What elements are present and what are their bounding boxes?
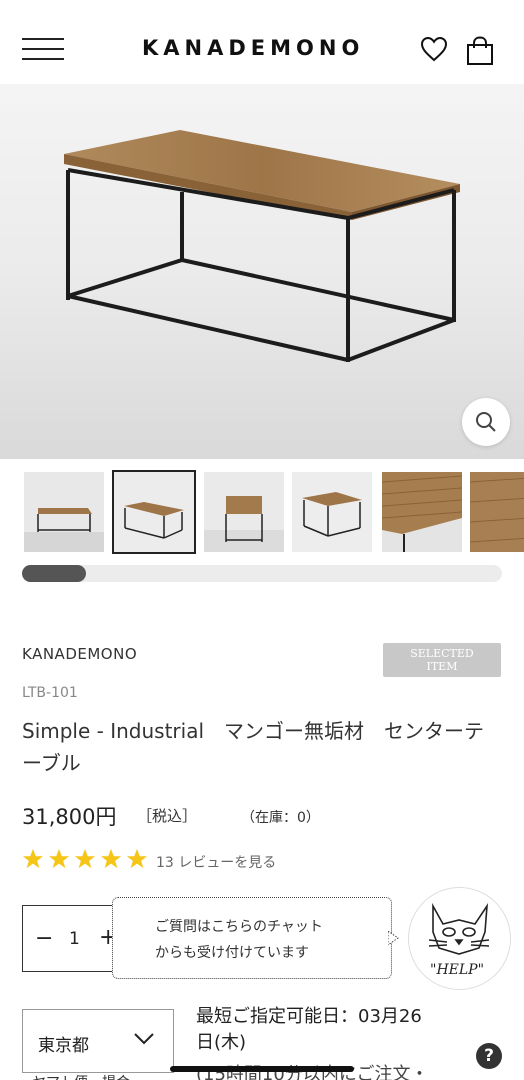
thumbnail-4[interactable] bbox=[292, 472, 372, 552]
thumbnail-3[interactable] bbox=[204, 472, 284, 552]
help-label: "HELP" bbox=[430, 962, 485, 978]
delivery-date-line-2: 日(木) bbox=[196, 1032, 247, 1053]
product-title: Simple - Industrial マンゴー無垢材 センターテーブル bbox=[22, 719, 485, 775]
stock-status: （在庫：0） bbox=[241, 810, 320, 826]
star-icon bbox=[100, 848, 122, 869]
chevron-down-icon bbox=[134, 1033, 154, 1045]
selected-item-badge: SELECTED ITEM bbox=[383, 643, 501, 677]
product-brand: KANADEMONO bbox=[22, 645, 138, 663]
product-main-image[interactable] bbox=[0, 84, 524, 459]
thumbnail-5[interactable] bbox=[382, 472, 462, 552]
star-icon bbox=[48, 848, 70, 869]
magnifier-icon[interactable] bbox=[462, 398, 510, 446]
heart-icon[interactable] bbox=[420, 36, 448, 62]
quantity-value[interactable]: 1 bbox=[69, 929, 80, 949]
site-logo[interactable]: KANADEMONO bbox=[142, 36, 382, 62]
thumbnail-strip bbox=[0, 468, 524, 556]
delivery-date-line-1: 最短ご指定可能日：03月26 bbox=[196, 1006, 422, 1027]
thumbnail-scrollbar[interactable] bbox=[22, 565, 502, 582]
region-select[interactable]: 東京都 bbox=[22, 1009, 174, 1073]
thumbnail-1[interactable] bbox=[24, 472, 104, 552]
chat-prompt-bubble[interactable]: ご質問はこちらのチャット からも受け付けています bbox=[112, 897, 392, 979]
star-icon bbox=[22, 848, 44, 869]
thumbnail-6[interactable] bbox=[470, 472, 524, 552]
home-indicator bbox=[170, 1066, 354, 1072]
tax-note: ［税込］ bbox=[137, 807, 198, 825]
product-sku: LTB-101 bbox=[22, 685, 78, 701]
review-link[interactable]: 13 レビューを見る bbox=[156, 852, 276, 872]
quantity-stepper: − 1 + bbox=[22, 905, 126, 972]
thumbnail-scroll-thumb[interactable] bbox=[22, 565, 86, 582]
product-price: 31,800円 bbox=[22, 805, 117, 829]
bubble-pointer-icon bbox=[388, 931, 399, 945]
hamburger-menu-icon[interactable] bbox=[22, 38, 64, 60]
shopping-bag-icon[interactable] bbox=[466, 36, 494, 66]
star-icon bbox=[126, 848, 148, 869]
badge-line-1: SELECTED bbox=[410, 647, 474, 660]
region-value: 東京都 bbox=[38, 1036, 89, 1056]
chat-line-2: からも受け付けています bbox=[155, 945, 309, 961]
help-question-button[interactable]: ? bbox=[476, 1043, 502, 1069]
badge-line-2: ITEM bbox=[426, 660, 458, 673]
shipping-method: ヤマト便 場合 bbox=[32, 1072, 130, 1080]
quantity-decrease-button[interactable]: − bbox=[35, 926, 53, 951]
star-icon bbox=[74, 848, 96, 869]
thumbnail-2-selected[interactable] bbox=[112, 470, 196, 554]
chat-line-1: ご質問はこちらのチャット bbox=[155, 919, 323, 935]
